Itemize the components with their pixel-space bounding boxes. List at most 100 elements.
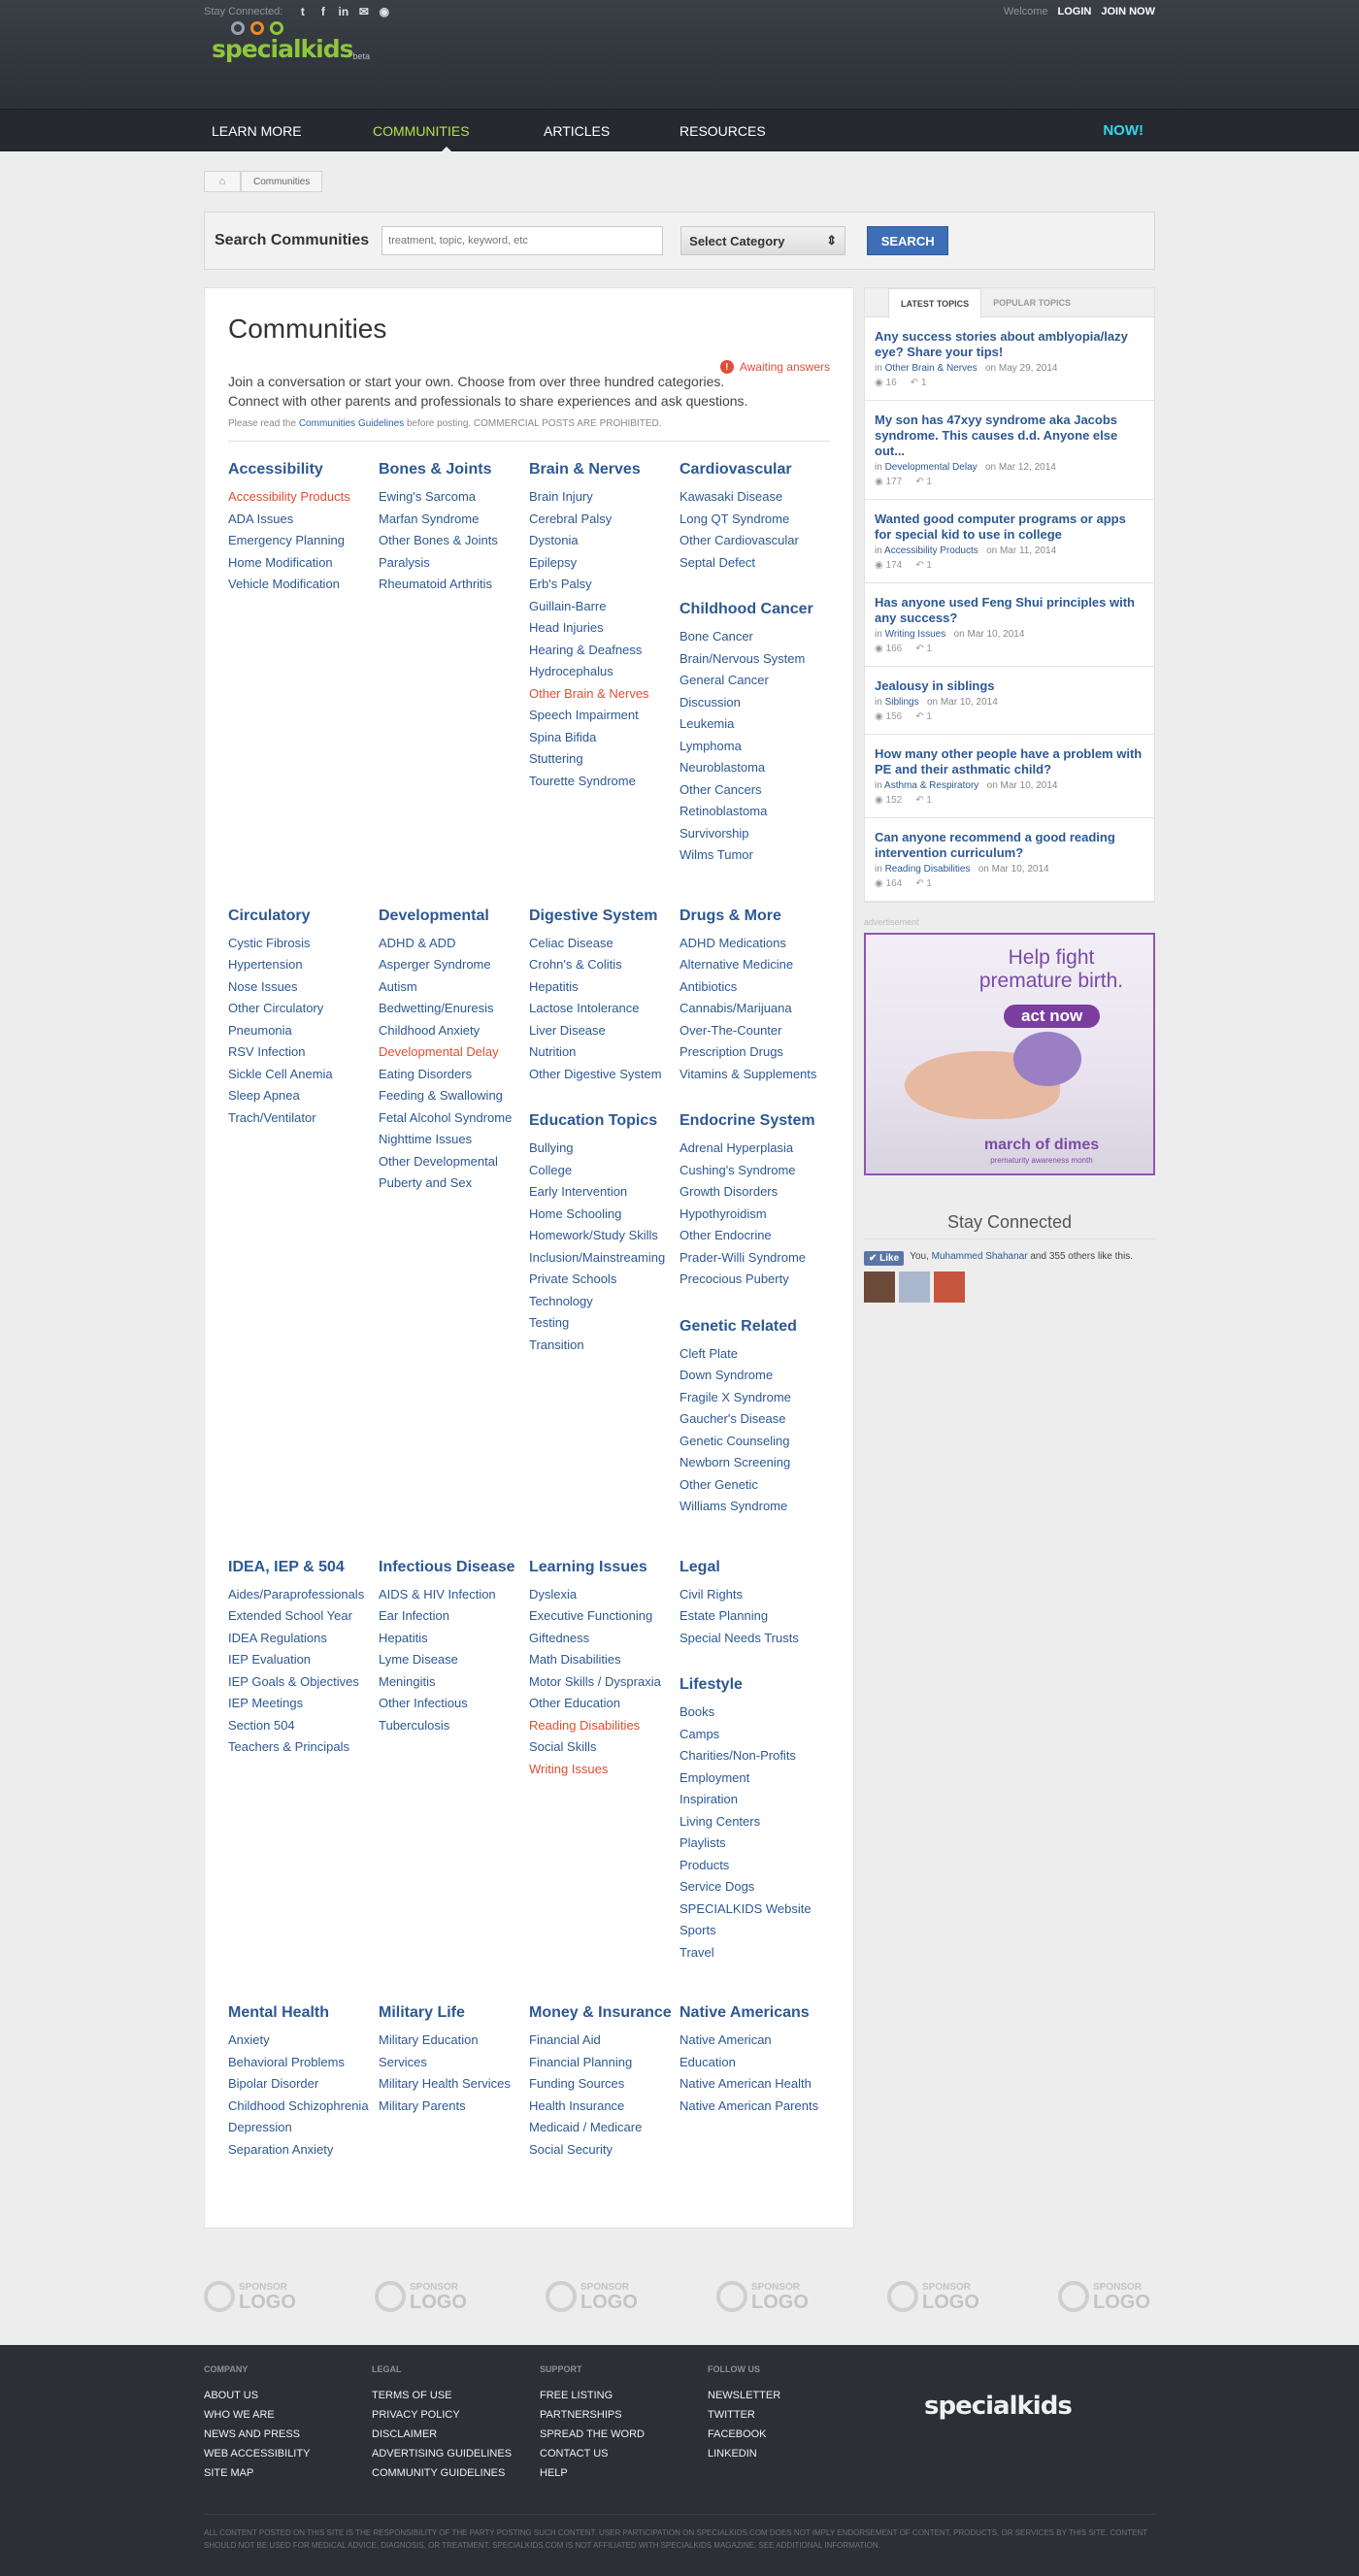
category-link[interactable]: Other Cardiovascular [680, 530, 830, 552]
topic-title-link[interactable]: Can anyone recommend a good reading inte… [875, 830, 1144, 861]
footer-link[interactable]: NEWS AND PRESS [204, 2425, 372, 2444]
category-link[interactable]: Emergency Planning [228, 530, 379, 552]
category-link[interactable]: Civil Rights [680, 1584, 830, 1606]
category-link[interactable]: Neuroblastoma [680, 757, 830, 779]
guidelines-link[interactable]: Communities Guidelines [299, 418, 404, 429]
category-link[interactable]: Bullying [529, 1138, 680, 1160]
sponsor-logo[interactable]: SPONSOR LOGO [546, 2277, 643, 2316]
category-title[interactable]: Developmental [379, 908, 529, 925]
category-link[interactable]: Math Disabilities [529, 1649, 680, 1671]
category-link[interactable]: Nose Issues [228, 976, 379, 999]
category-link[interactable]: Military Health Services [379, 2073, 529, 2096]
category-link[interactable]: Hepatitis [379, 1628, 529, 1650]
category-link[interactable]: Financial Aid [529, 2030, 680, 2052]
ad-cta[interactable]: act now [1004, 1005, 1101, 1028]
search-input[interactable] [381, 226, 664, 255]
category-link[interactable]: Lyme Disease [379, 1649, 529, 1671]
category-link[interactable]: Feeding & Swallowing [379, 1085, 529, 1107]
category-link[interactable]: Ear Infection [379, 1605, 529, 1628]
category-link[interactable]: Epilepsy [529, 552, 680, 575]
category-link[interactable]: Sports [680, 1920, 830, 1942]
category-link[interactable]: Camps [680, 1724, 830, 1746]
category-link[interactable]: Childhood Anxiety [379, 1020, 529, 1042]
awaiting-answers-link[interactable]: ! Awaiting answers [719, 360, 830, 374]
avatar[interactable] [934, 1271, 965, 1303]
category-link[interactable]: Leukemia [680, 713, 830, 736]
category-link[interactable]: IDEA Regulations [228, 1628, 379, 1650]
category-link[interactable]: Celiac Disease [529, 933, 680, 955]
category-link[interactable]: Antibiotics [680, 976, 830, 999]
category-title[interactable]: IDEA, IEP & 504 [228, 1559, 379, 1576]
category-select[interactable]: Select Category ⇕ [680, 226, 846, 255]
category-link[interactable]: Down Syndrome [680, 1365, 830, 1387]
footer-link[interactable]: ABOUT US [204, 2386, 372, 2405]
facebook-like-button[interactable]: ✔ Like [864, 1251, 905, 1266]
category-link[interactable]: Fragile X Syndrome [680, 1387, 830, 1409]
home-icon[interactable]: ⌂ [204, 171, 241, 192]
footer-link[interactable]: NEWSLETTER [708, 2386, 876, 2405]
category-link[interactable]: Nutrition [529, 1041, 680, 1064]
category-link[interactable]: Puberty and Sex [379, 1172, 529, 1195]
category-link[interactable]: Employment [680, 1767, 830, 1790]
category-link[interactable]: Bone Cancer [680, 626, 830, 648]
category-link[interactable]: Hypothyroidism [680, 1204, 830, 1226]
category-link[interactable]: Vitamins & Supplements [680, 1064, 830, 1086]
topic-title-link[interactable]: How many other people have a problem wit… [875, 746, 1144, 777]
category-title[interactable]: Lifestyle [680, 1676, 830, 1694]
category-link[interactable]: Teachers & Principals [228, 1736, 379, 1759]
category-link[interactable]: Guillain-Barre [529, 596, 680, 618]
category-link[interactable]: Autism [379, 976, 529, 999]
category-link[interactable]: Cleft Plate [680, 1343, 830, 1366]
sponsor-logo[interactable]: SPONSOR LOGO [887, 2277, 984, 2316]
category-title[interactable]: Digestive System [529, 908, 680, 925]
category-link[interactable]: Social Skills [529, 1736, 680, 1759]
category-link[interactable]: College [529, 1160, 680, 1182]
category-title[interactable]: Legal [680, 1559, 830, 1576]
category-link[interactable]: Other Infectious [379, 1693, 529, 1715]
category-link[interactable]: IEP Evaluation [228, 1649, 379, 1671]
category-link[interactable]: Other Genetic [680, 1474, 830, 1497]
footer-link[interactable]: DISCLAIMER [372, 2425, 540, 2444]
category-title[interactable]: Cardiovascular [680, 461, 830, 479]
category-link[interactable]: Lymphoma [680, 736, 830, 758]
topic-title-link[interactable]: My son has 47xyy syndrome aka Jacobs syn… [875, 413, 1144, 459]
tab-latest-topics[interactable]: LATEST TOPICS [888, 288, 982, 318]
category-link[interactable]: Nighttime Issues [379, 1129, 529, 1151]
nav-resources[interactable]: RESOURCES [668, 110, 862, 152]
category-link[interactable]: Estate Planning [680, 1605, 830, 1628]
category-link[interactable]: Tuberculosis [379, 1715, 529, 1737]
category-link[interactable]: Technology [529, 1291, 680, 1313]
category-link[interactable]: Newborn Screening [680, 1452, 830, 1474]
category-link[interactable]: Bedwetting/Enuresis [379, 998, 529, 1020]
join-now-link[interactable]: JOIN NOW [1101, 6, 1155, 17]
topic-category-link[interactable]: Reading Disabilities [885, 864, 971, 875]
category-link[interactable]: Financial Planning [529, 2052, 680, 2074]
category-link[interactable]: Over-The-Counter [680, 1020, 830, 1042]
category-link[interactable]: Charities/Non-Profits [680, 1745, 830, 1767]
category-link[interactable]: Lactose Intolerance [529, 998, 680, 1020]
category-link[interactable]: Trach/Ventilator [228, 1107, 379, 1130]
category-link[interactable]: Pneumonia [228, 1020, 379, 1042]
site-logo[interactable]: specialkids beta [212, 21, 370, 63]
sponsor-logo[interactable]: SPONSOR LOGO [716, 2277, 813, 2316]
category-link[interactable]: Other Digestive System [529, 1064, 680, 1086]
category-title[interactable]: Education Topics [529, 1112, 680, 1130]
category-link[interactable]: Books [680, 1701, 830, 1724]
category-title[interactable]: Money & Insurance [529, 2004, 680, 2022]
category-link[interactable]: Separation Anxiety [228, 2139, 379, 2162]
footer-link[interactable]: FACEBOOK [708, 2425, 876, 2444]
category-link[interactable]: Brain/Nervous System [680, 648, 830, 671]
category-link[interactable]: Spina Bifida [529, 727, 680, 749]
category-link[interactable]: Prescription Drugs [680, 1041, 830, 1064]
category-link[interactable]: Service Dogs [680, 1876, 830, 1899]
category-link[interactable]: Hypertension [228, 954, 379, 976]
category-link[interactable]: Accessibility Products [228, 486, 379, 509]
category-link[interactable]: Early Intervention [529, 1181, 680, 1204]
category-link[interactable]: Native American Health [680, 2073, 830, 2096]
category-link[interactable]: Head Injuries [529, 617, 680, 640]
category-link[interactable]: Transition [529, 1335, 680, 1357]
category-link[interactable]: Writing Issues [529, 1759, 680, 1781]
category-link[interactable]: Stuttering [529, 748, 680, 771]
category-link[interactable]: Other Developmental [379, 1151, 529, 1173]
sponsor-logo[interactable]: SPONSOR LOGO [375, 2277, 472, 2316]
